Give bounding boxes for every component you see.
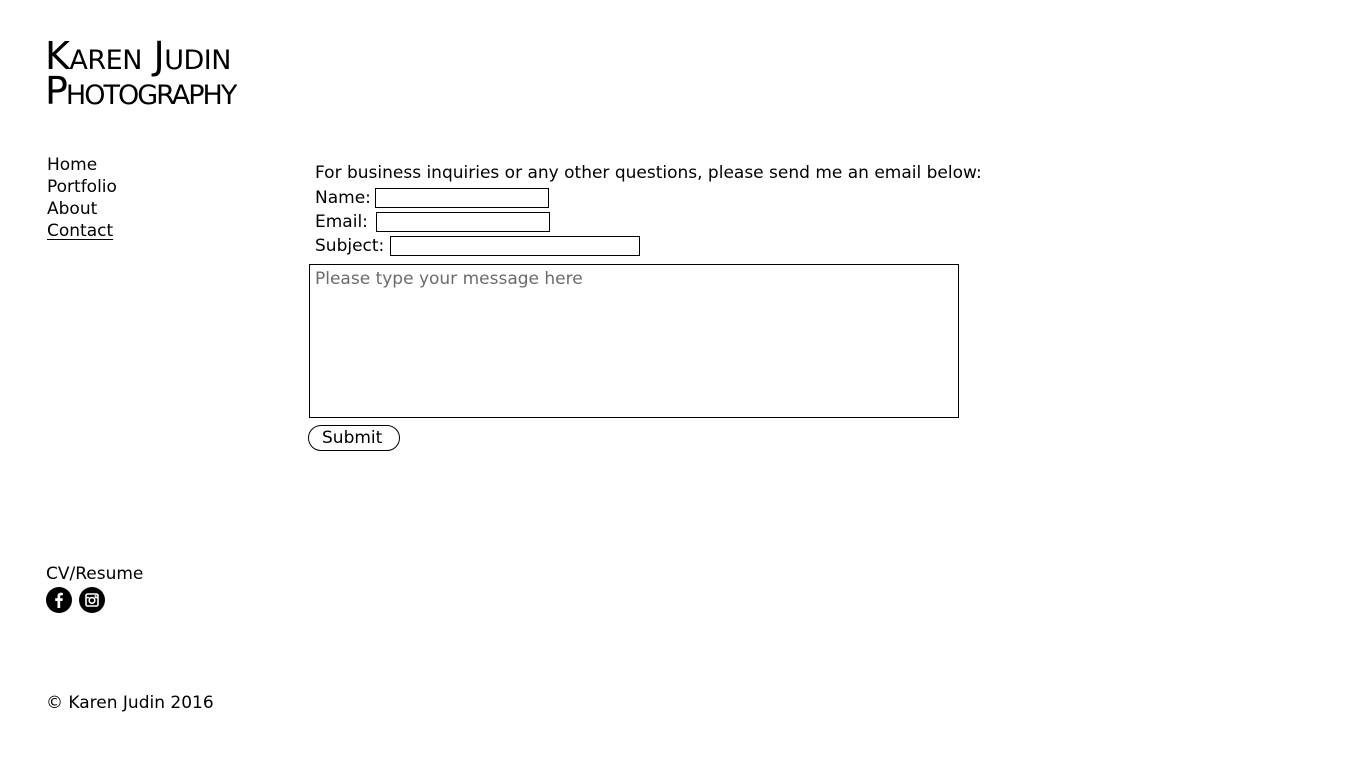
- submit-button[interactable]: Submit: [308, 425, 400, 451]
- cv-resume-link[interactable]: CV/Resume: [46, 564, 143, 584]
- subject-label: Subject:: [315, 236, 385, 256]
- name-label: Name:: [315, 188, 371, 208]
- social-links: [46, 587, 105, 613]
- message-textarea[interactable]: [309, 264, 959, 418]
- nav-item-portfolio[interactable]: Portfolio: [47, 176, 117, 198]
- instagram-icon[interactable]: [79, 587, 105, 613]
- nav-item-about[interactable]: About: [47, 198, 117, 220]
- subject-row: Subject:: [315, 235, 641, 257]
- form-intro: For business inquiries or any other ques…: [315, 163, 982, 183]
- main-nav: Home Portfolio About Contact: [47, 154, 117, 242]
- logo-line-2: Photography: [45, 69, 237, 113]
- site-logo[interactable]: Karen Judin Photography: [45, 37, 295, 113]
- email-label: Email:: [315, 212, 368, 232]
- email-field[interactable]: [375, 212, 550, 232]
- nav-item-home[interactable]: Home: [47, 154, 117, 176]
- name-row: Name:: [315, 187, 549, 209]
- copyright-text: © Karen Judin 2016: [46, 693, 214, 713]
- email-row: Email:: [315, 211, 550, 233]
- nav-item-contact[interactable]: Contact: [47, 220, 117, 242]
- subject-field[interactable]: [390, 236, 641, 256]
- facebook-icon[interactable]: [46, 587, 72, 613]
- name-field[interactable]: [374, 188, 549, 208]
- page: Karen Judin Photography Home Portfolio A…: [0, 0, 1366, 768]
